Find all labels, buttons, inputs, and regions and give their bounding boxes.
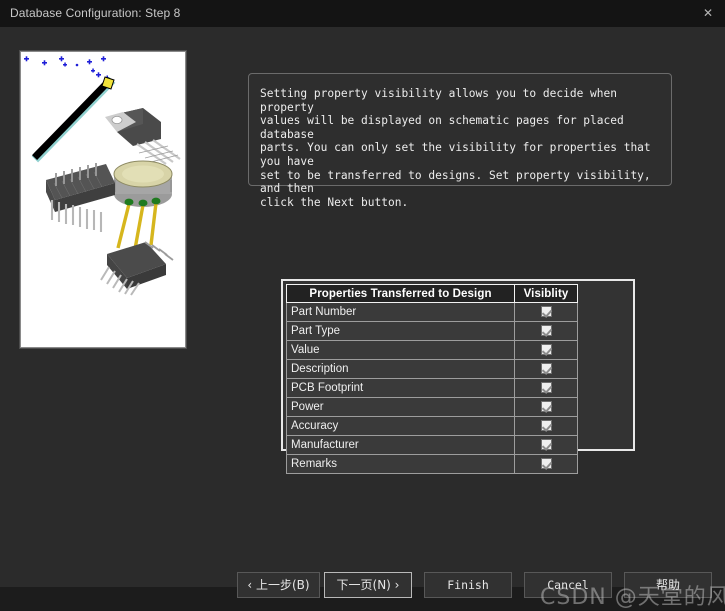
table-row: Part Type <box>286 321 578 341</box>
table-row: Accuracy <box>286 416 578 436</box>
back-button[interactable]: ‹ 上一步(B) <box>237 572 320 598</box>
column-header-properties: Properties Transferred to Design <box>286 284 515 303</box>
visibility-cell[interactable] <box>514 454 578 474</box>
table-row: Part Number <box>286 302 578 322</box>
visibility-cell[interactable] <box>514 359 578 379</box>
properties-table-panel: Properties Transferred to Design Visibli… <box>281 279 635 474</box>
visibility-checkbox-checked[interactable] <box>540 400 552 412</box>
visibility-checkbox-checked[interactable] <box>540 305 552 317</box>
table-row: Value <box>286 340 578 360</box>
property-name-cell: Manufacturer <box>286 435 515 455</box>
cancel-button[interactable]: Cancel <box>524 572 612 598</box>
visibility-checkbox-checked[interactable] <box>540 457 552 469</box>
instruction-text: Setting property visibility allows you t… <box>260 87 651 209</box>
next-button[interactable]: 下一页(N) › <box>324 572 412 598</box>
close-icon[interactable]: ✕ <box>697 4 719 23</box>
wizard-window: Database Configuration: Step 8 ✕ Setting… <box>0 0 725 610</box>
visibility-checkbox-checked[interactable] <box>540 381 552 393</box>
property-name-cell: Accuracy <box>286 416 515 436</box>
property-name-cell: Description <box>286 359 515 379</box>
wizard-illustration-panel <box>20 51 186 348</box>
visibility-checkbox-checked[interactable] <box>540 324 552 336</box>
property-name-cell: Part Number <box>286 302 515 322</box>
property-name-cell: Power <box>286 397 515 417</box>
table-row: Power <box>286 397 578 417</box>
instruction-panel: Setting property visibility allows you t… <box>248 73 672 209</box>
finish-button[interactable]: Finish <box>424 572 512 598</box>
visibility-cell[interactable] <box>514 435 578 455</box>
property-name-cell: Part Type <box>286 321 515 341</box>
visibility-checkbox-checked[interactable] <box>540 343 552 355</box>
property-name-cell: Value <box>286 340 515 360</box>
property-name-cell: Remarks <box>286 454 515 474</box>
column-header-visibility: Visiblity <box>514 284 578 303</box>
table-header-row: Properties Transferred to Design Visibli… <box>286 284 578 303</box>
visibility-cell[interactable] <box>514 302 578 322</box>
visibility-checkbox-checked[interactable] <box>540 362 552 374</box>
properties-table: Properties Transferred to Design Visibli… <box>286 284 578 474</box>
visibility-cell[interactable] <box>514 416 578 436</box>
visibility-cell[interactable] <box>514 397 578 417</box>
window-title: Database Configuration: Step 8 <box>10 6 181 20</box>
help-button[interactable]: 帮助 <box>624 572 712 598</box>
table-row: Description <box>286 359 578 379</box>
visibility-checkbox-checked[interactable] <box>540 419 552 431</box>
dialog-body: Setting property visibility allows you t… <box>0 27 725 610</box>
table-row: PCB Footprint <box>286 378 578 398</box>
visibility-cell[interactable] <box>514 378 578 398</box>
property-name-cell: PCB Footprint <box>286 378 515 398</box>
title-bar: Database Configuration: Step 8 ✕ <box>0 0 725 27</box>
table-row: Remarks <box>286 454 578 474</box>
wizard-components-illustration <box>21 52 183 345</box>
visibility-checkbox-checked[interactable] <box>540 438 552 450</box>
visibility-cell[interactable] <box>514 321 578 341</box>
table-row: Manufacturer <box>286 435 578 455</box>
visibility-cell[interactable] <box>514 340 578 360</box>
